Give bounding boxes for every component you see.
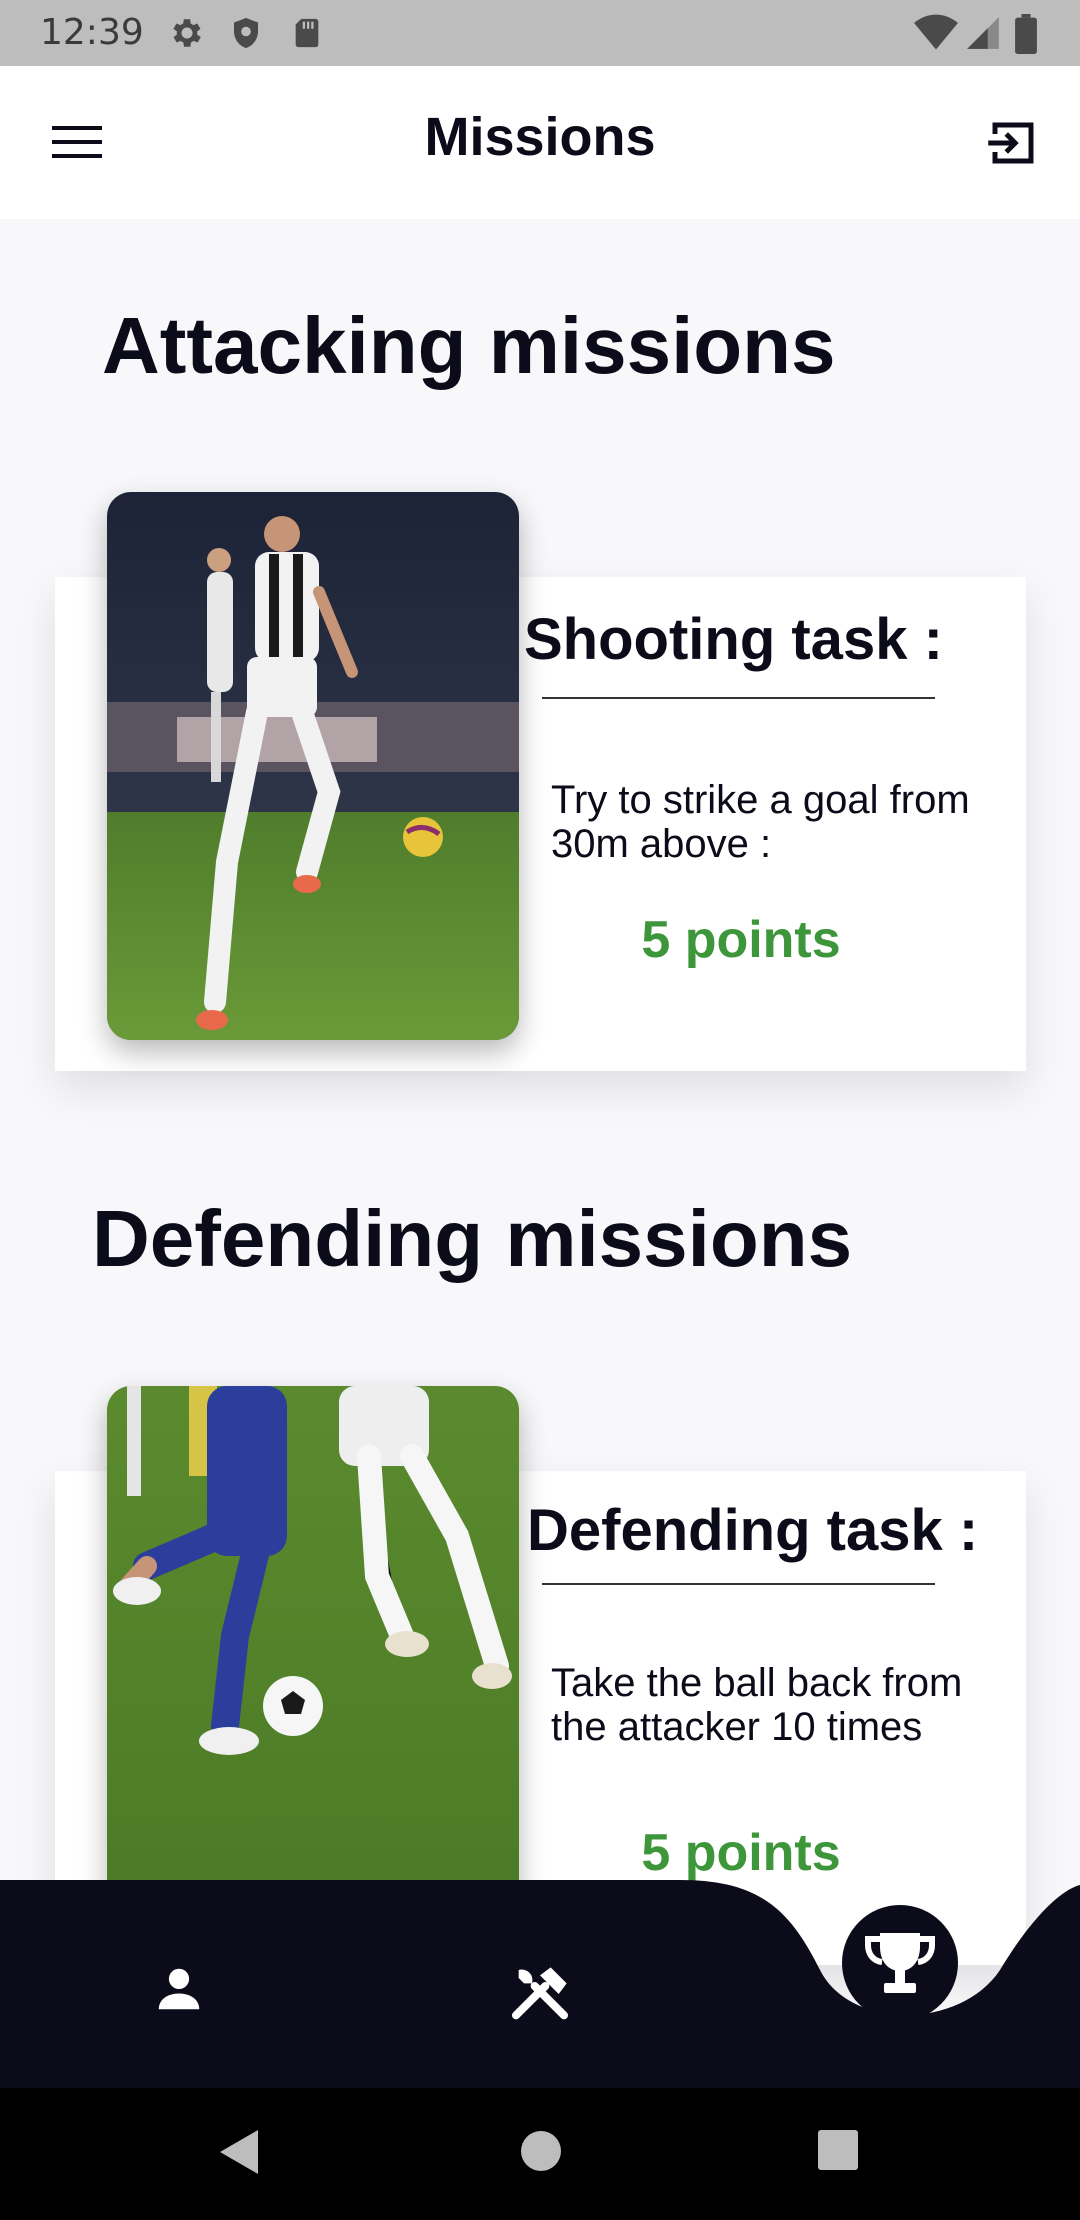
app-bar: Missions xyxy=(0,66,1080,219)
back-icon[interactable] xyxy=(218,2128,260,2176)
battery-icon xyxy=(1015,14,1037,54)
status-bar: 12:39 xyxy=(0,0,1080,66)
defending-task-title: Defending task : xyxy=(527,1498,979,1563)
defending-section-title: Defending missions xyxy=(92,1194,853,1283)
tools-icon[interactable] xyxy=(508,1962,572,2026)
recents-icon[interactable] xyxy=(816,2128,860,2172)
shield-icon xyxy=(234,18,258,48)
defending-task-points: 5 points xyxy=(641,1824,841,1882)
signal-icon xyxy=(967,17,999,49)
sd-card-icon xyxy=(295,18,319,48)
shooting-task-image xyxy=(107,492,519,1040)
divider xyxy=(542,697,935,699)
shooting-task-title: Shooting task : xyxy=(524,607,943,672)
divider xyxy=(542,1583,935,1585)
logout-icon[interactable] xyxy=(986,116,1040,170)
defending-task-description: Take the ball back from the attacker 10 … xyxy=(551,1661,963,1749)
gear-icon xyxy=(173,19,201,47)
trophy-icon[interactable] xyxy=(842,1905,958,2021)
page-title: Missions xyxy=(424,107,656,167)
status-time: 12:39 xyxy=(40,12,144,53)
shooting-task-points: 5 points xyxy=(641,911,841,969)
defending-task-image xyxy=(107,1386,519,1934)
shooting-task-description: Try to strike a goal from 30m above : xyxy=(551,778,970,866)
home-icon[interactable] xyxy=(518,2128,564,2174)
system-navigation-bar xyxy=(0,2088,1080,2220)
attacking-section-title: Attacking missions xyxy=(102,301,836,390)
wifi-icon xyxy=(914,14,958,50)
profile-icon[interactable] xyxy=(152,1962,206,2016)
